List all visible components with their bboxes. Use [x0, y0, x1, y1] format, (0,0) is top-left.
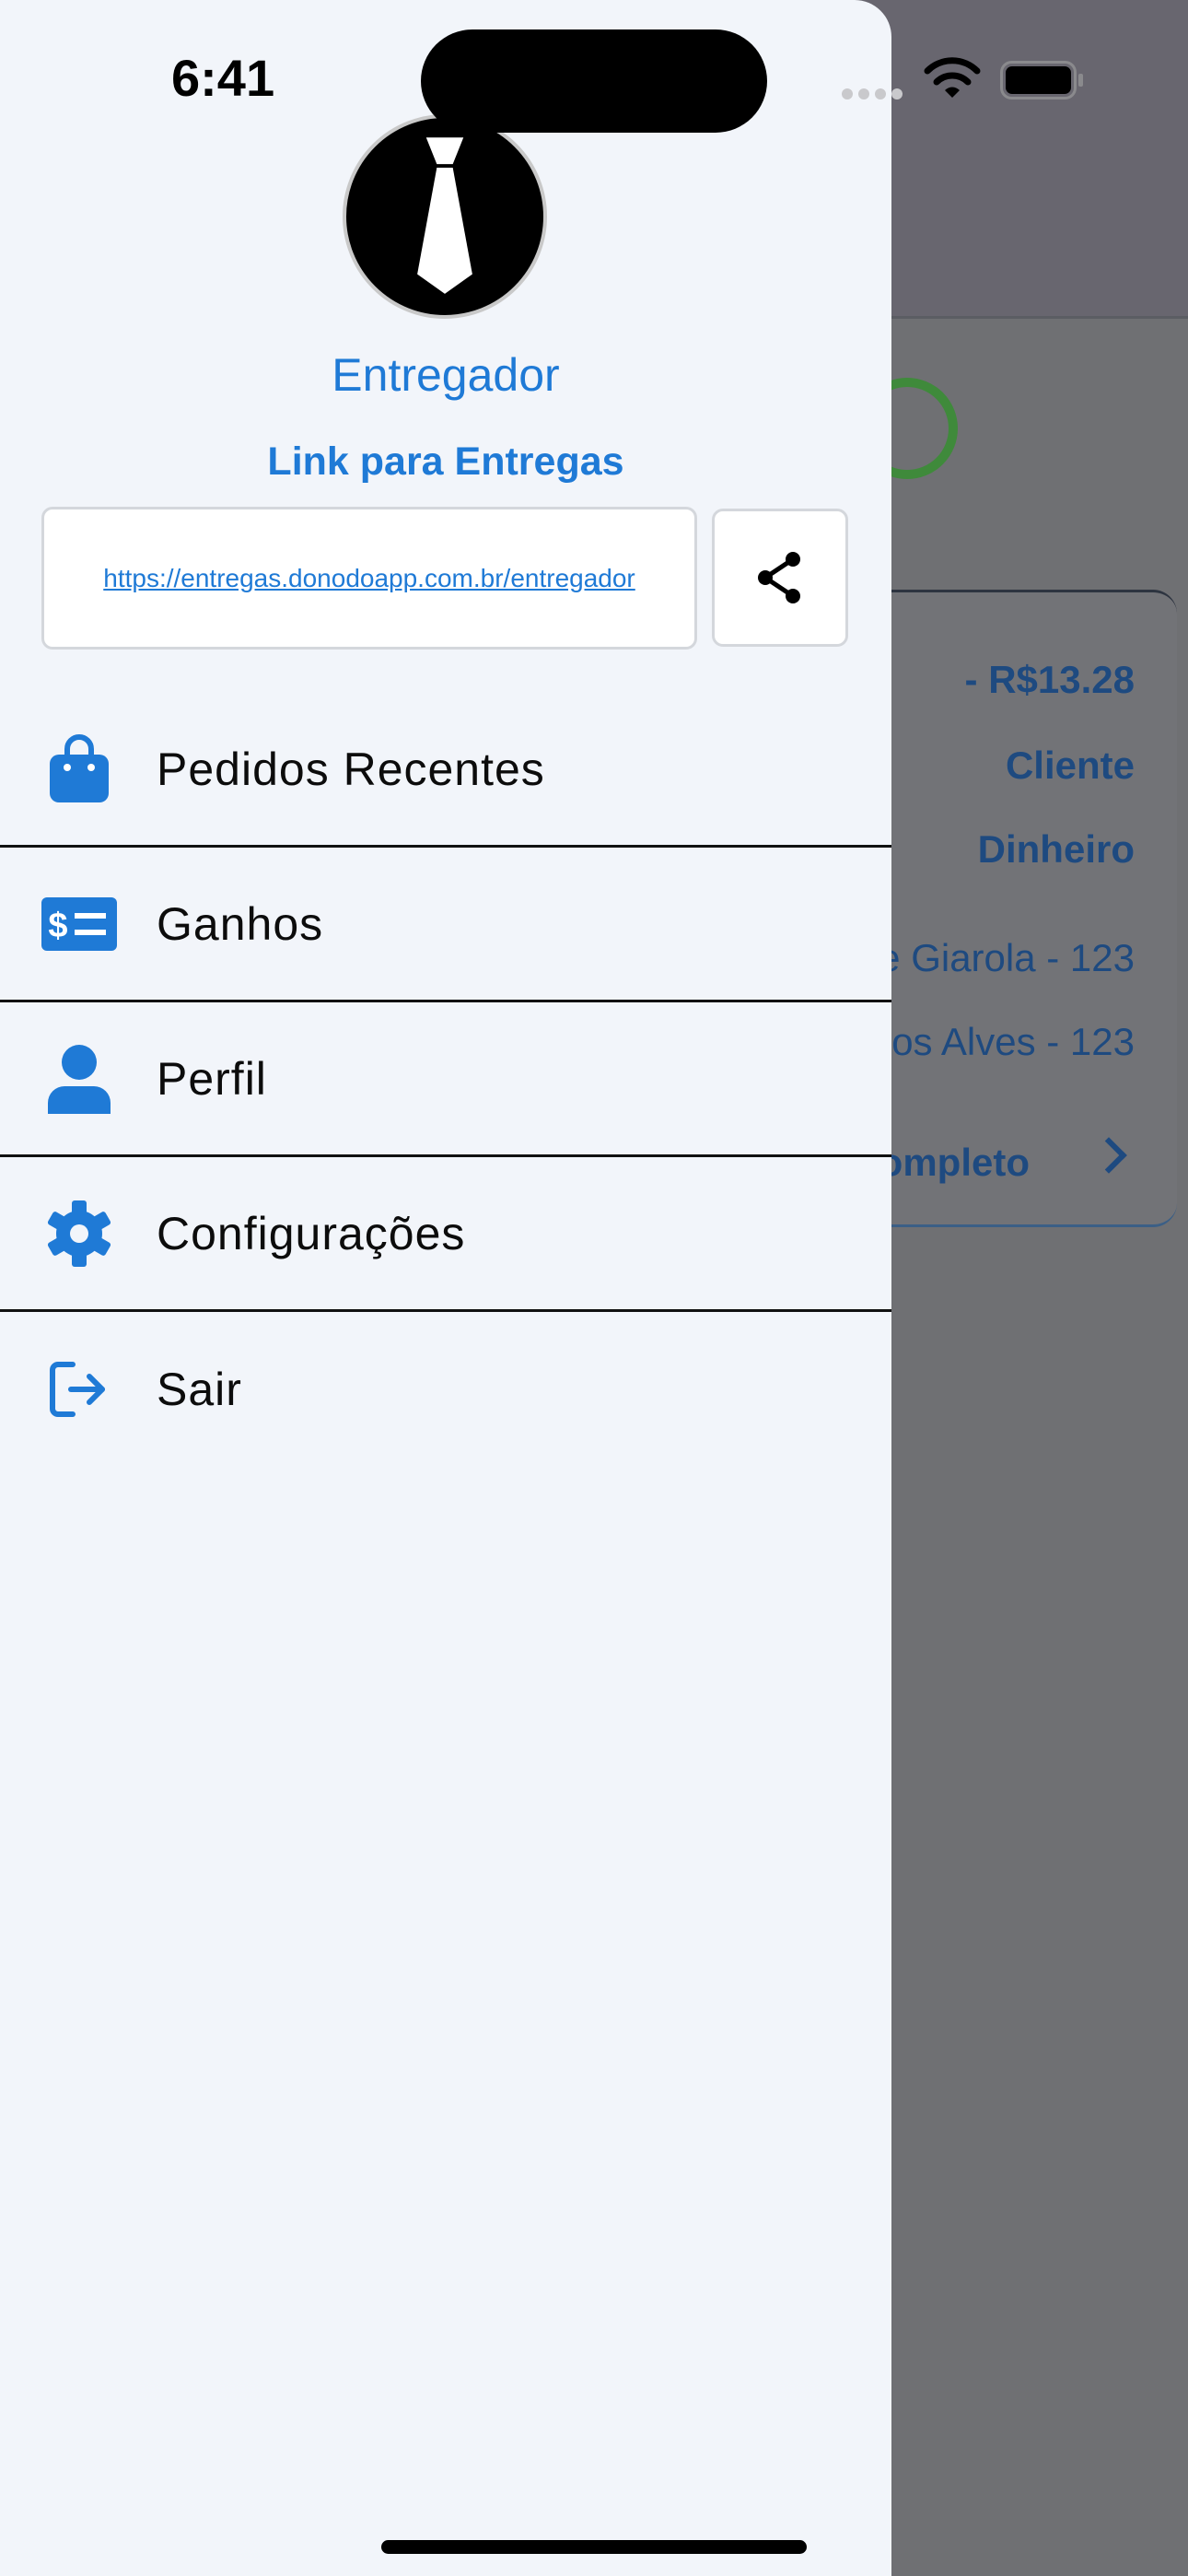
status-time: 6:41 [171, 49, 275, 107]
share-button[interactable] [712, 509, 848, 647]
menu-item-ganhos[interactable]: $ Ganhos [0, 848, 891, 1002]
home-indicator[interactable] [381, 2540, 807, 2554]
delivery-link-box[interactable]: https://entregas.donodoapp.com.br/entreg… [41, 507, 697, 650]
gear-icon [41, 1195, 118, 1272]
tie-icon [417, 137, 472, 294]
menu-label: Sair [157, 1364, 242, 1415]
menu-item-sair[interactable]: Sair [0, 1312, 891, 1467]
background-address-1: e Giarola - 123 [879, 936, 1135, 979]
avatar [343, 114, 547, 319]
logout-icon [41, 1351, 118, 1428]
menu-label: Configurações [157, 1207, 466, 1259]
menu-label: Ganhos [157, 897, 324, 950]
share-icon [758, 552, 800, 603]
menu-item-configuracoes[interactable]: Configurações [0, 1157, 891, 1312]
menu-label: Pedidos Recentes [157, 743, 545, 795]
link-title: Link para Entregas [267, 439, 624, 484]
background-client-label: Cliente [1005, 744, 1135, 787]
background-address-2: os Alves - 123 [891, 1020, 1135, 1063]
background-order-price: - R$13.28 [964, 658, 1135, 701]
navigation-drawer: 6:41 Entregador Link para Entregas https… [0, 0, 891, 2576]
shopping-bag-icon [41, 731, 118, 808]
menu-item-perfil[interactable]: Perfil [0, 1002, 891, 1157]
battery-icon [1000, 61, 1083, 100]
menu-label: Perfil [157, 1052, 267, 1105]
drawer-menu: Pedidos Recentes $ Ganhos Perfil Configu… [0, 693, 891, 1467]
wifi-icon [924, 57, 981, 98]
user-name: Entregador [332, 349, 560, 401]
user-icon [41, 1040, 118, 1118]
money-bill-icon: $ [41, 885, 118, 963]
menu-item-pedidos-recentes[interactable]: Pedidos Recentes [0, 693, 891, 848]
background-payment-label: Dinheiro [977, 827, 1135, 871]
delivery-link-url[interactable]: https://entregas.donodoapp.com.br/entreg… [103, 564, 635, 593]
cellular-signal-icon [842, 88, 904, 100]
svg-text:$: $ [48, 907, 67, 945]
dynamic-island [421, 29, 767, 133]
